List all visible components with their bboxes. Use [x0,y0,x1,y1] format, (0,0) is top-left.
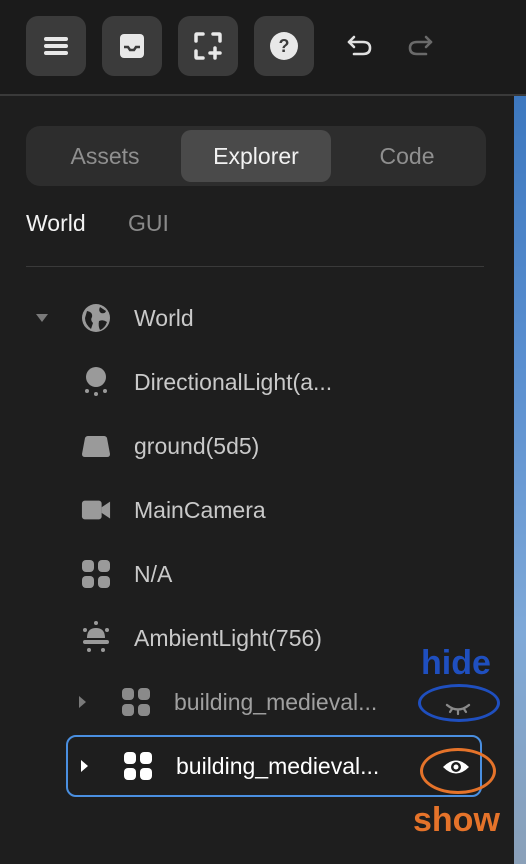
subtab-gui[interactable]: GUI [128,210,169,237]
expand-caret-icon[interactable] [74,694,90,710]
grid-object-icon [123,751,153,781]
tree-row-main-camera[interactable]: MainCamera [0,480,514,540]
tree-row-label: AmbientLight(756) [134,625,322,651]
inbox-icon [120,34,144,58]
directional-light-icon [81,366,111,396]
camera-icon [81,495,111,525]
expand-caret-icon[interactable] [76,758,92,774]
toolbar: ? [0,0,526,96]
grid-object-icon [121,687,151,717]
subtab-world[interactable]: World [26,210,86,237]
globe-icon [81,303,111,333]
hide-annotation-ellipse [418,684,500,722]
ground-icon [81,431,111,461]
fit-screen-add-icon [194,32,222,60]
redo-button[interactable] [405,30,435,60]
tree-row-ground[interactable]: ground(5d5) [0,416,514,476]
help-icon: ? [270,32,298,60]
tab-assets[interactable]: Assets [30,130,180,182]
ambient-light-icon [81,621,111,652]
viewport-edge [514,96,526,864]
tab-explorer[interactable]: Explorer [181,130,331,182]
redo-icon [408,35,433,56]
tree-row-label: N/A [134,561,173,587]
expand-caret-icon[interactable] [34,310,50,326]
grid-object-icon [81,559,111,589]
inbox-button[interactable] [102,16,162,76]
undo-icon [347,35,372,56]
tree-row-label: MainCamera [134,497,266,523]
tree-row-label: World [134,305,194,331]
tree-row-label: ground(5d5) [134,433,260,459]
hide-annotation-label: hide [421,644,491,682]
help-button[interactable]: ? [254,16,314,76]
undo-button[interactable] [345,30,375,60]
panel-tab-bar: Assets Explorer Code [26,126,486,186]
divider [26,266,484,267]
tree-row-label: DirectionalLight(a... [134,369,333,395]
fit-screen-add-button[interactable] [178,16,238,76]
tree-row-na[interactable]: N/A [0,544,514,604]
tree-row-world[interactable]: World [0,288,514,348]
tree-row-directional-light[interactable]: DirectionalLight(a... [0,352,514,412]
menu-button[interactable] [26,16,86,76]
tab-code[interactable]: Code [332,130,482,182]
menu-icon [44,37,68,55]
svg-text:?: ? [279,36,290,56]
show-annotation-label: show [413,801,500,839]
show-annotation-ellipse [420,748,496,794]
tree-row-label: building_medieval... [174,689,378,715]
tree-row-label: building_medieval... [176,753,380,779]
